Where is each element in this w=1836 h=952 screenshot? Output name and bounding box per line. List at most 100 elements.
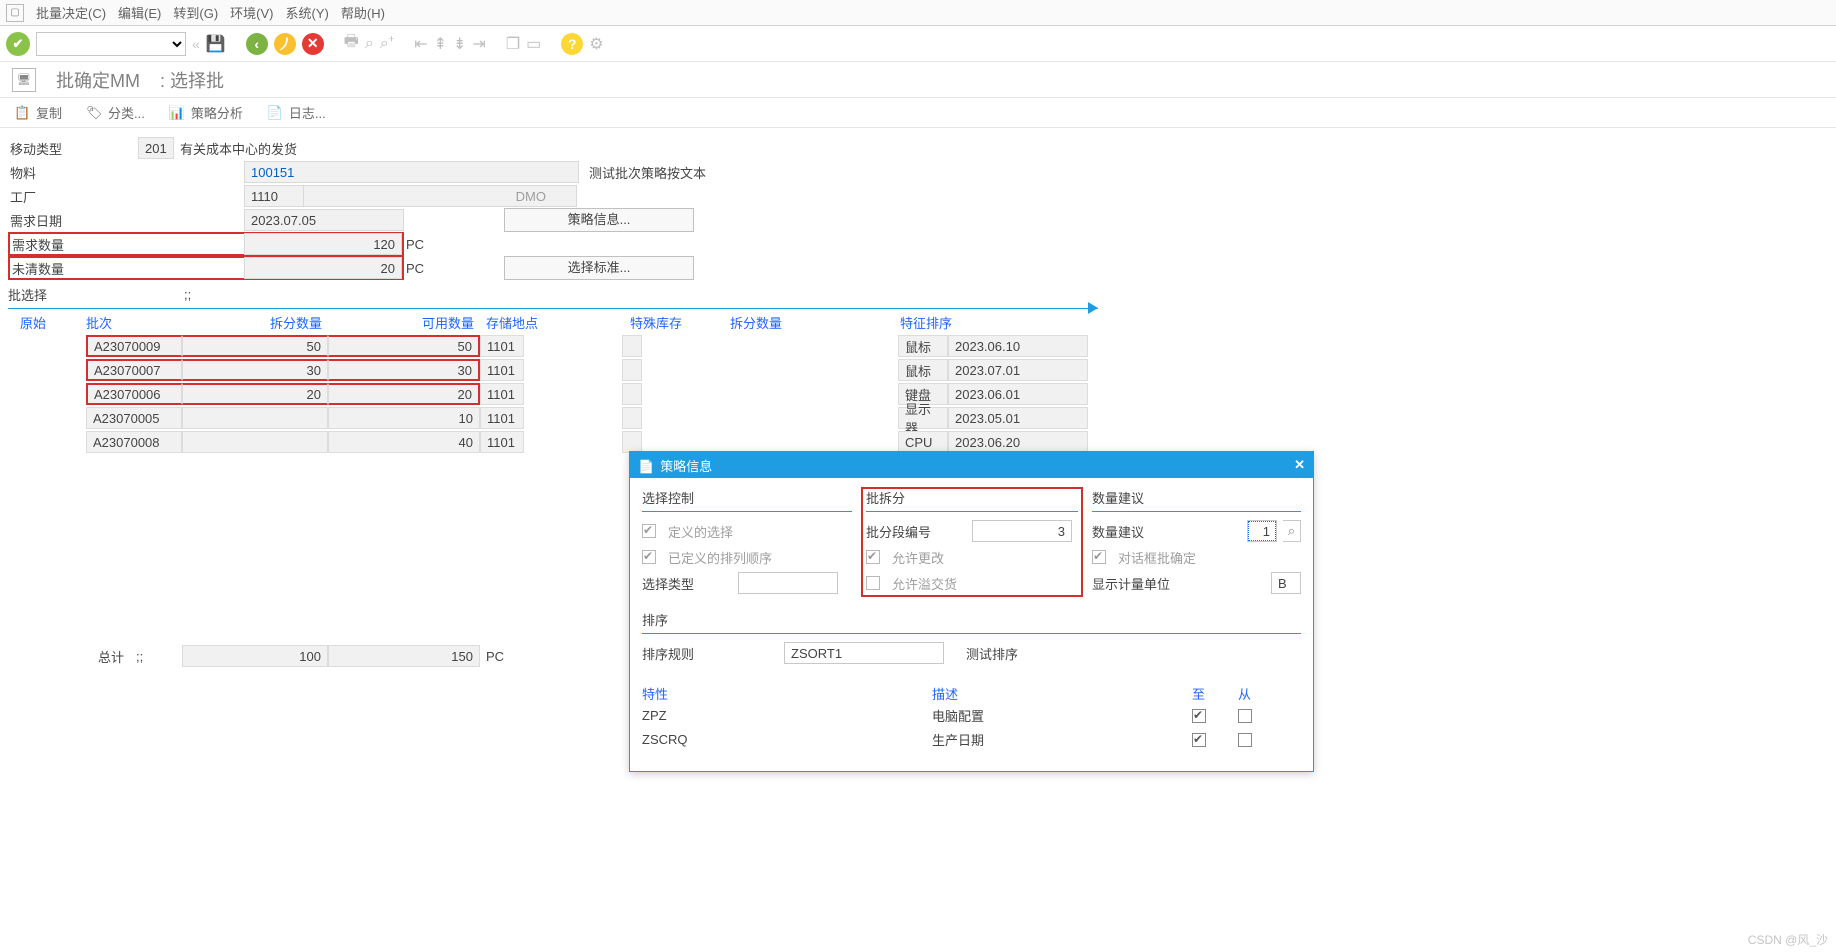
- menu-edit[interactable]: 编辑(E): [118, 3, 161, 22]
- menu-batch[interactable]: 批量决定(C): [36, 3, 106, 22]
- cell-split[interactable]: [182, 431, 328, 453]
- material-label: 物料: [8, 163, 138, 182]
- reqqty-field[interactable]: 120: [244, 233, 402, 255]
- table-row[interactable]: A23070005101101显示器2023.05.01: [8, 406, 1828, 430]
- cell-special: [622, 431, 642, 453]
- material-field[interactable]: 100151: [244, 161, 579, 183]
- qty-suggest-label: 数量建议: [1092, 522, 1192, 541]
- totals-marker: ;;: [136, 649, 182, 664]
- cancel-button[interactable]: ✕: [302, 33, 324, 55]
- defined-selection-checkbox: [642, 524, 656, 538]
- command-field[interactable]: [36, 32, 186, 56]
- menu-help[interactable]: 帮助(H): [341, 3, 385, 22]
- copy-button[interactable]: 📋复制: [14, 103, 62, 122]
- selection-criteria-button[interactable]: 选择标准...: [504, 256, 694, 280]
- col-charsort[interactable]: 特征排序: [900, 313, 1020, 332]
- cell-avail: 50: [328, 335, 480, 357]
- page-first-icon[interactable]: ⇤: [414, 34, 427, 54]
- copy-label: 复制: [36, 103, 62, 122]
- settings-icon[interactable]: ⚙: [589, 34, 603, 54]
- print-icon[interactable]: 🖶: [344, 30, 359, 57]
- accept-button[interactable]: ✔: [6, 32, 30, 56]
- col-split[interactable]: 拆分数量: [182, 313, 328, 332]
- col-special[interactable]: 特殊库存: [610, 313, 720, 332]
- col-split2[interactable]: 拆分数量: [720, 313, 900, 332]
- save-icon[interactable]: 💾: [206, 34, 226, 54]
- cell-split[interactable]: 30: [182, 359, 328, 381]
- batch-select-marker: ;;: [184, 287, 191, 302]
- help-icon[interactable]: ?: [561, 33, 583, 55]
- sort-rule-field[interactable]: ZSORT1: [784, 642, 944, 664]
- openqty-label: 未清数量: [10, 259, 139, 278]
- cell-special: [622, 359, 642, 381]
- sort-char: ZSCRQ: [642, 732, 932, 747]
- menu-goto[interactable]: 转到(G): [173, 3, 218, 22]
- reqdate-field[interactable]: 2023.07.05: [244, 209, 404, 231]
- material-desc: 测试批次策略按文本: [589, 163, 706, 182]
- find-icon[interactable]: ⌕: [365, 35, 374, 53]
- table-row[interactable]: A2307000950501101鼠标2023.06.10: [8, 334, 1828, 358]
- cell-sloc: 1101: [480, 335, 524, 357]
- openqty-field[interactable]: 20: [244, 257, 402, 279]
- new-window-icon[interactable]: ❐: [506, 34, 520, 54]
- cell-sloc: 1101: [480, 359, 524, 381]
- classify-label: 分类...: [108, 103, 145, 122]
- back-button[interactable]: ‹: [246, 33, 268, 55]
- log-button[interactable]: 📄日志...: [267, 103, 326, 122]
- plant-field[interactable]: 1110: [244, 185, 304, 207]
- col-batch[interactable]: 批次: [86, 313, 182, 332]
- sort-to-checkbox[interactable]: [1192, 733, 1206, 747]
- strategy-info-dialog: 📄策略信息 ✕ 选择控制 定义的选择 已定义的排列顺序 选择类型 批拆分 批分段…: [629, 451, 1314, 772]
- sort-from-checkbox[interactable]: [1238, 709, 1252, 723]
- classify-button[interactable]: 🏷分类...: [86, 103, 145, 122]
- dialog-titlebar[interactable]: 📄策略信息 ✕: [630, 452, 1313, 478]
- exit-button[interactable]: ⵰: [274, 33, 296, 55]
- strategy-info-button[interactable]: 策略信息...: [504, 208, 694, 232]
- page-down-icon[interactable]: ⇟: [453, 34, 466, 54]
- qty-help-icon[interactable]: ⌕: [1283, 520, 1301, 542]
- char-col: 特性: [642, 684, 932, 703]
- sort-char: ZPZ: [642, 708, 932, 723]
- cell-date: 2023.06.01: [948, 383, 1088, 405]
- watermark: CSDN @风_沙: [1748, 931, 1828, 948]
- select-type-field[interactable]: [738, 572, 838, 594]
- select-control-header: 选择控制: [642, 488, 852, 507]
- table-row[interactable]: A2307000730301101鼠标2023.07.01: [8, 358, 1828, 382]
- cell-batch: A23070008: [86, 431, 182, 453]
- cell-split[interactable]: 50: [182, 335, 328, 357]
- sort-desc: 电脑配置: [932, 706, 1192, 725]
- close-icon[interactable]: ✕: [1294, 457, 1305, 473]
- page-up-icon[interactable]: ⇞: [434, 34, 447, 54]
- sort-to-checkbox[interactable]: [1192, 709, 1206, 723]
- layout-icon[interactable]: ▭: [526, 34, 541, 54]
- cell-char: 鼠标: [898, 359, 948, 381]
- split-header: 批拆分: [866, 488, 1078, 507]
- cell-special: [622, 383, 642, 405]
- sort-rule-label: 排序规则: [642, 644, 742, 663]
- cell-avail: 40: [328, 431, 480, 453]
- plant-desc: DMO: [304, 185, 577, 207]
- strategy-button[interactable]: 📊策略分析: [169, 103, 243, 122]
- col-avail[interactable]: 可用数量: [328, 313, 480, 332]
- cell-sloc: 1101: [480, 383, 524, 405]
- cell-split[interactable]: [182, 407, 328, 429]
- move-type-label: 移动类型: [8, 139, 138, 158]
- page-last-icon[interactable]: ⇥: [472, 34, 485, 54]
- display-uom-field[interactable]: B: [1271, 572, 1301, 594]
- sort-from-checkbox[interactable]: [1238, 733, 1252, 747]
- cell-split[interactable]: 20: [182, 383, 328, 405]
- find-next-icon[interactable]: ⌕⁺: [380, 35, 394, 53]
- first-icon[interactable]: «: [192, 36, 200, 52]
- defined-sort-checkbox: [642, 550, 656, 564]
- menu-system[interactable]: 系统(Y): [286, 3, 329, 22]
- menu-env[interactable]: 环境(V): [230, 3, 273, 22]
- sort-header: 排序: [642, 610, 1301, 629]
- allow-change-label: 允许更改: [892, 548, 944, 567]
- move-type-desc: 有关成本中心的发货: [180, 139, 297, 158]
- cell-date: 2023.05.01: [948, 407, 1088, 429]
- qty-suggest-field[interactable]: 1: [1247, 520, 1277, 542]
- defined-sort-label: 已定义的排列顺序: [668, 548, 772, 567]
- move-type-field[interactable]: 201: [138, 137, 174, 159]
- col-sloc[interactable]: 存储地点: [480, 313, 610, 332]
- split-no-field[interactable]: 3: [972, 520, 1072, 542]
